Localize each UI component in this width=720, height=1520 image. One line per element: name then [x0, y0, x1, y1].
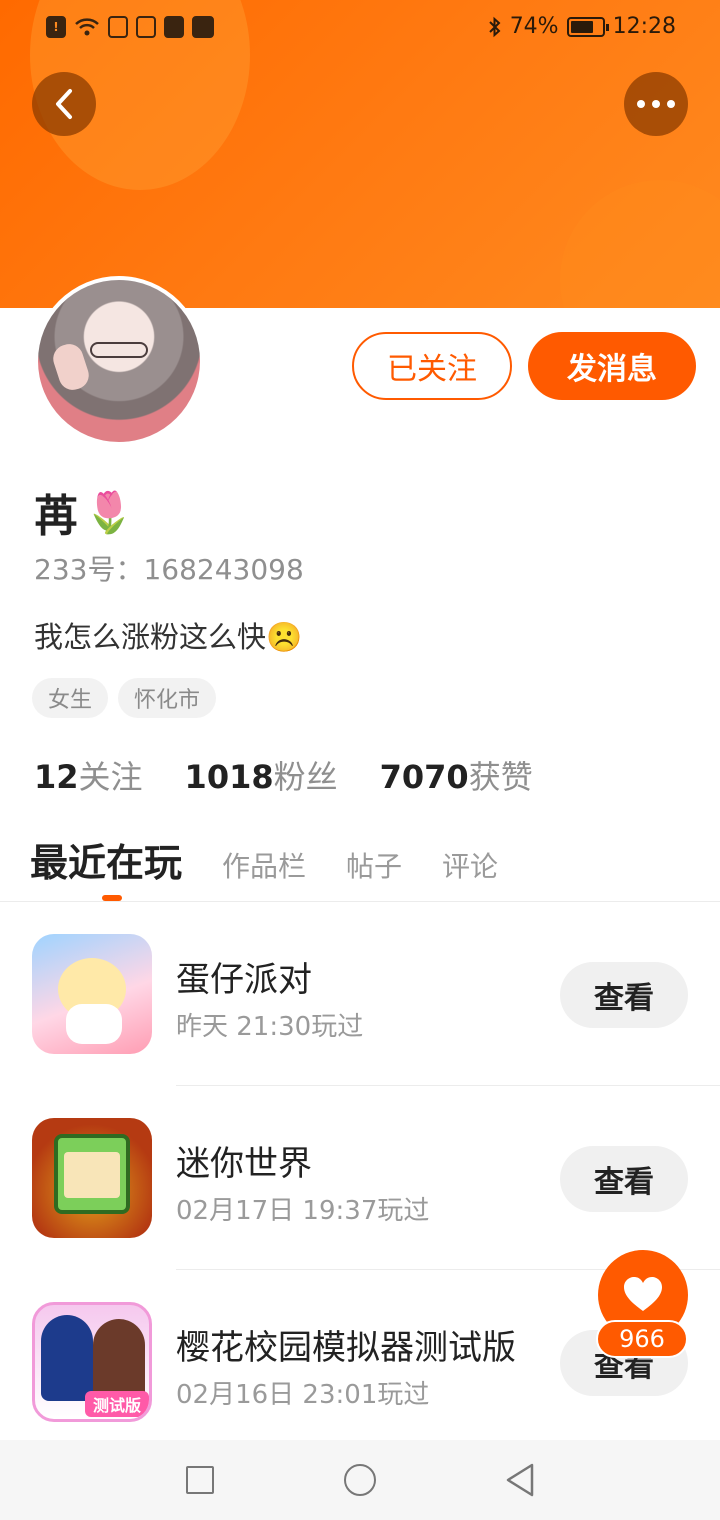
following-label: 关注: [78, 758, 143, 796]
heart-icon: [624, 1277, 662, 1311]
user-id: 233号：168243098: [34, 553, 304, 586]
triangle-back-icon[interactable]: [504, 1462, 536, 1498]
last-played: 昨天 21:30玩过: [176, 1012, 364, 1042]
icon-art: [41, 1315, 93, 1401]
last-played: 02月17日 19:37玩过: [176, 1196, 430, 1226]
stat-following[interactable]: 12关注: [34, 752, 143, 798]
status-bar-system: 74% 12:28: [488, 14, 676, 39]
app-notification-icon: [108, 16, 128, 38]
wifi-icon: [75, 18, 99, 36]
icon-art: [66, 1004, 122, 1044]
profile-tags: 女生 怀化市: [32, 678, 217, 718]
avatar-art: [49, 340, 93, 394]
battery-level: [570, 20, 593, 33]
stat-likes[interactable]: 7070获赞: [380, 752, 533, 798]
stat-fans[interactable]: 1018粉丝: [185, 752, 338, 798]
avatar-image: [38, 280, 200, 442]
game-title: 樱花校园模拟器测试版: [176, 1328, 516, 1368]
tab-recently-played[interactable]: 最近在玩: [30, 832, 182, 887]
battery-icon: [566, 16, 609, 37]
likes-label: 获赞: [468, 758, 533, 796]
tab-works[interactable]: 作品栏: [222, 845, 306, 885]
chevron-left-icon: [56, 89, 72, 119]
game-title: 迷你世界: [176, 1144, 312, 1184]
bluetooth-icon: [488, 16, 501, 37]
game-title: 蛋仔派对: [176, 960, 312, 1000]
tag-gender: 女生: [32, 678, 109, 718]
tab-comments[interactable]: 评论: [442, 845, 498, 885]
profile-stats: 12关注 1018粉丝 7070获赞: [34, 752, 533, 798]
icon-art: [93, 1319, 145, 1401]
eggy-party-icon: [32, 934, 152, 1054]
following-count: 12: [34, 758, 79, 796]
status-bar: ! 74% 12:28: [0, 0, 720, 56]
view-button[interactable]: 查看: [560, 1146, 688, 1212]
more-dots-icon: [637, 100, 675, 108]
more-button[interactable]: [624, 72, 688, 136]
like-count: 966: [596, 1320, 688, 1358]
mini-world-icon: [32, 1118, 152, 1238]
battery-percent: 74%: [509, 14, 559, 39]
last-played: 02月16日 23:01玩过: [176, 1380, 430, 1410]
circle-icon[interactable]: [344, 1464, 376, 1496]
avatar-art: [90, 342, 148, 358]
fans-label: 粉丝: [273, 758, 338, 796]
icon-art: [64, 1152, 120, 1198]
tag-location: 怀化市: [118, 678, 217, 718]
followed-button[interactable]: 已关注: [352, 332, 512, 400]
status-bar-notifications: !: [46, 16, 214, 38]
bio: 我怎么涨粉这么快☹️: [34, 620, 303, 654]
nickname-text: 苒: [34, 491, 78, 542]
system-navigation-bar: [0, 1440, 720, 1520]
banner-decoration: [560, 180, 720, 308]
likes-count: 7070: [379, 758, 469, 796]
profile-tabs: 最近在玩 作品栏 帖子 评论: [30, 832, 498, 887]
hms-icon: [192, 16, 214, 38]
sakura-school-icon: 测试版: [32, 1302, 152, 1422]
send-message-button[interactable]: 发消息: [528, 332, 696, 400]
fans-count: 1018: [184, 758, 274, 796]
avatar[interactable]: [34, 276, 204, 446]
tulip-emoji: 🌷: [84, 489, 134, 536]
app-notification-icon: [136, 16, 156, 38]
back-button[interactable]: [32, 72, 96, 136]
nickname: 苒 🌷: [34, 480, 134, 544]
list-item[interactable]: 蛋仔派对 昨天 21:30玩过 查看: [0, 902, 720, 1086]
square-icon[interactable]: [186, 1466, 214, 1494]
tab-posts[interactable]: 帖子: [346, 845, 402, 885]
clock: 12:28: [612, 14, 676, 39]
view-button[interactable]: 查看: [560, 962, 688, 1028]
list-item[interactable]: 迷你世界 02月17日 19:37玩过 查看: [0, 1086, 720, 1270]
alert-icon: !: [46, 16, 66, 38]
capcut-icon: [164, 16, 184, 38]
test-version-badge: 测试版: [85, 1391, 149, 1417]
